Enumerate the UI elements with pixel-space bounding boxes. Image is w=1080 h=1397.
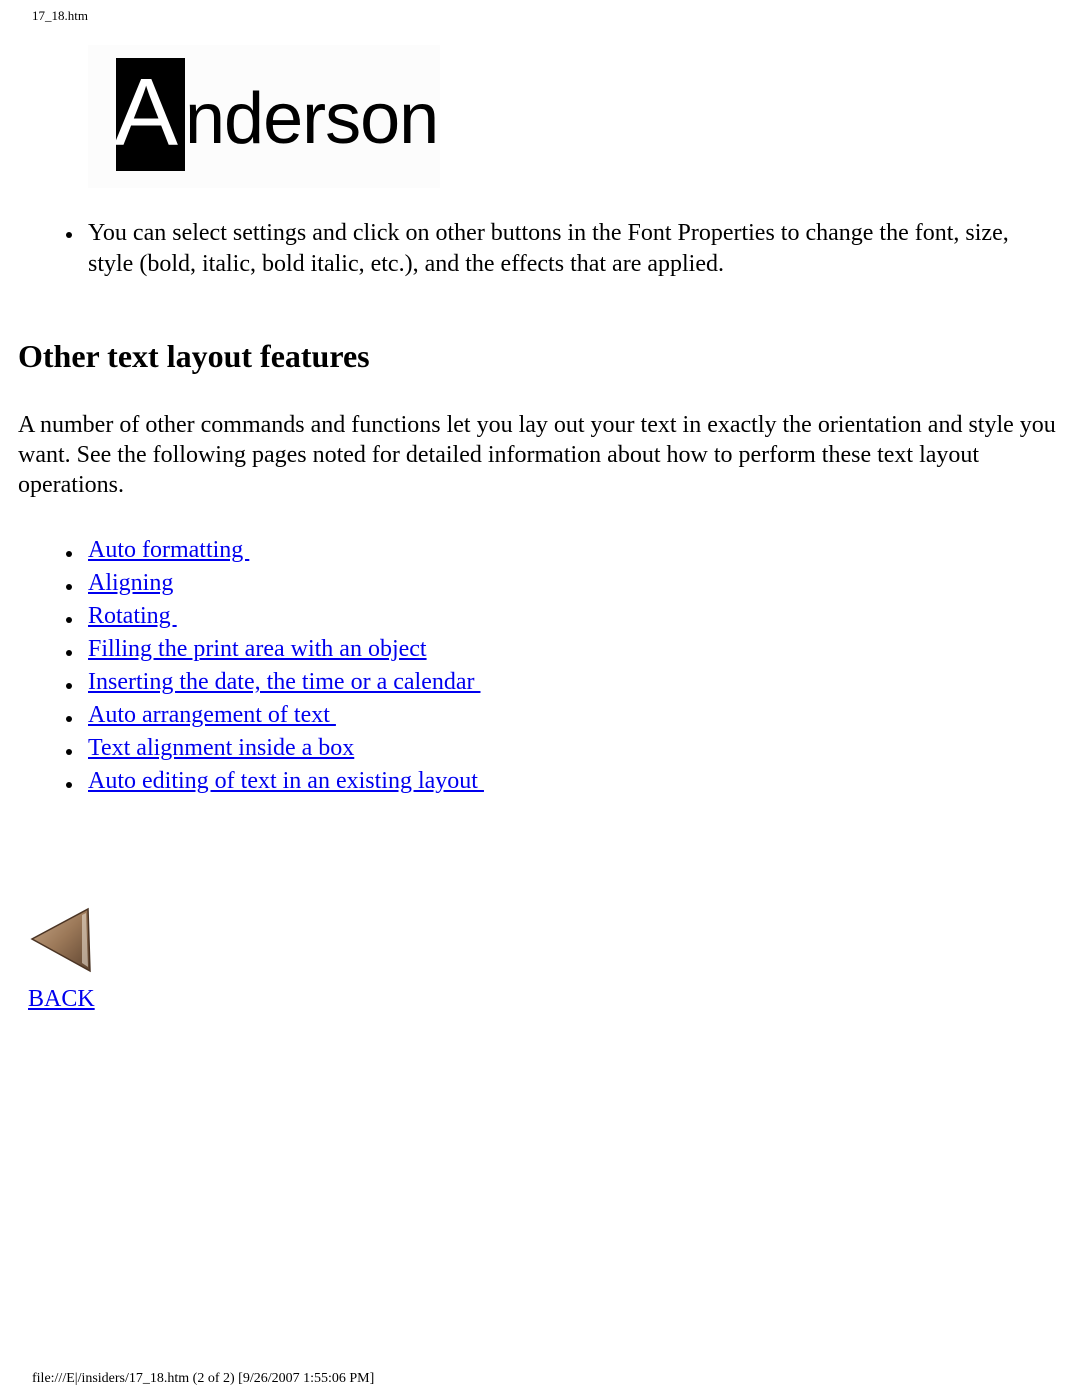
list-item: Rotating [62,600,484,633]
list-item: Text alignment inside a box [62,732,484,765]
page-footer: file:///E|/insiders/17_18.htm (2 of 2) [… [32,1371,375,1386]
bullet-icon [66,584,72,590]
link-auto-formatting[interactable]: Auto formatting [88,537,249,563]
list-item: Auto formatting [62,534,484,567]
bullet-icon [66,683,72,689]
list-item: Filling the print area with an object [62,633,484,666]
feature-links-list: Auto formatting Aligning Rotating Fillin… [62,534,484,798]
back-arrow-icon[interactable] [28,905,94,975]
logo-first-letter: A [114,59,179,166]
back-link[interactable]: BACK [28,984,95,1014]
list-item: Auto editing of text in an existing layo… [62,765,484,798]
link-auto-editing[interactable]: Auto editing of text in an existing layo… [88,768,484,794]
bullet-icon [66,232,72,238]
page-header-filename: 17_18.htm [32,8,88,23]
left-triangle-arrow-icon [30,907,91,973]
bullet-icon [66,650,72,656]
link-auto-arrangement[interactable]: Auto arrangement of text [88,702,336,728]
intro-bullet-list: You can select settings and click on oth… [62,218,1052,280]
link-rotating[interactable]: Rotating [88,603,177,629]
link-inserting-date-time-calendar[interactable]: Inserting the date, the time or a calend… [88,669,481,695]
link-filling-print-area[interactable]: Filling the print area with an object [88,636,427,662]
bullet-icon [66,749,72,755]
section-body: A number of other commands and functions… [18,412,1056,498]
list-item: Inserting the date, the time or a calend… [62,666,484,699]
bullet-icon [66,551,72,557]
logo-text: nderson [185,79,439,159]
link-text-alignment-box[interactable]: Text alignment inside a box [88,735,354,761]
list-item: Auto arrangement of text [62,699,484,732]
bullet-icon [66,716,72,722]
bullet-icon [66,782,72,788]
anderson-logo: A nderson [88,45,440,188]
list-item: Aligning [62,567,484,600]
intro-bullet-text: You can select settings and click on oth… [88,220,1009,277]
list-item: You can select settings and click on oth… [62,218,1052,280]
bullet-icon [66,617,72,623]
link-aligning[interactable]: Aligning [88,570,173,596]
section-title: Other text layout features [18,338,370,374]
